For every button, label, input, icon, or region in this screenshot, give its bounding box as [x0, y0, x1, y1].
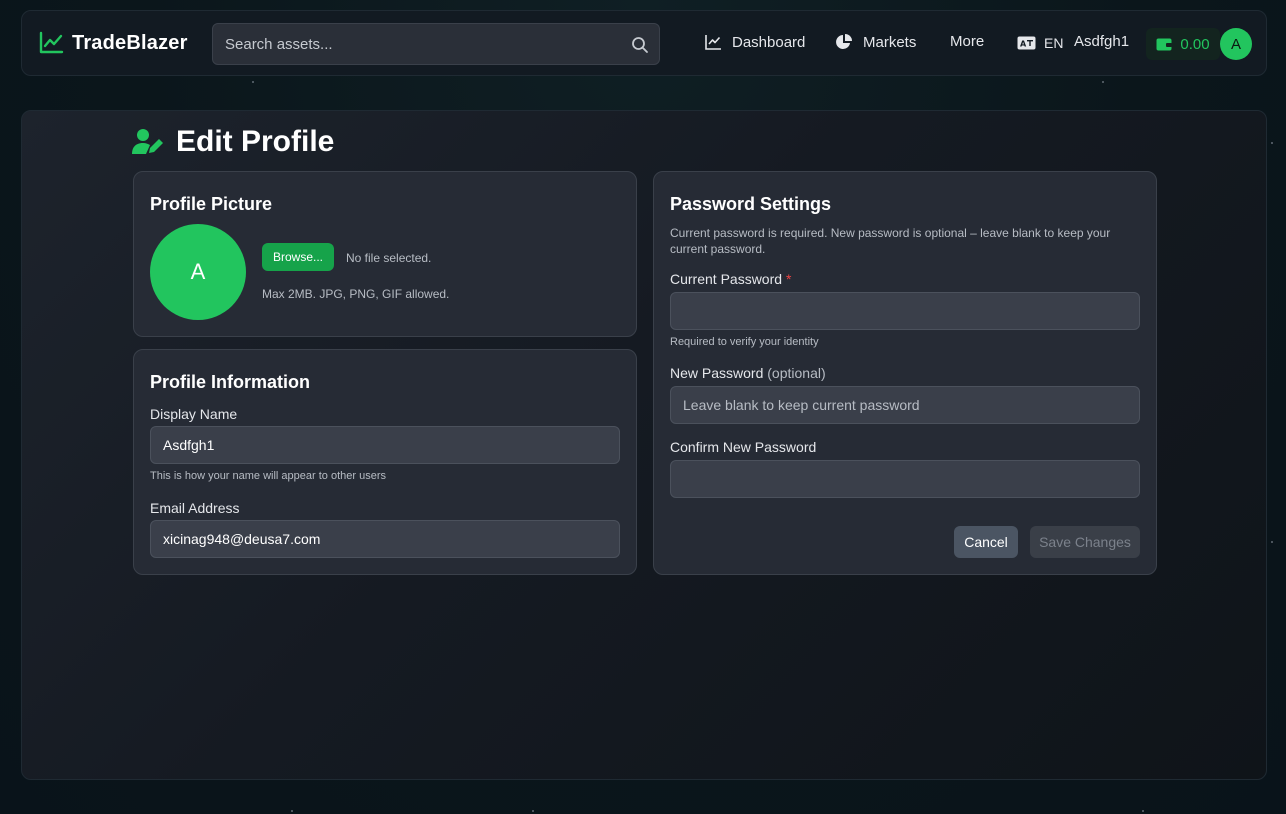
language-label: EN	[1044, 35, 1064, 51]
background-dot	[532, 810, 534, 812]
profile-avatar: A	[150, 224, 246, 320]
search-input[interactable]	[213, 24, 659, 64]
display-name-help: This is how your name will appear to oth…	[150, 470, 386, 482]
background-dot	[252, 81, 254, 83]
page-title-text: Edit Profile	[176, 125, 335, 158]
required-marker: *	[785, 271, 792, 287]
brand-logo[interactable]: TradeBlazer	[38, 31, 188, 55]
user-avatar[interactable]: A	[1220, 28, 1252, 60]
chart-line-icon	[39, 31, 64, 54]
save-changes-button[interactable]: Save Changes	[1030, 526, 1140, 558]
chart-line-icon	[705, 35, 721, 50]
search-icon[interactable]	[631, 36, 649, 54]
password-settings-card: Password Settings Current password is re…	[653, 171, 1157, 575]
current-password-label: Current Password *	[670, 271, 791, 287]
background-dot	[291, 810, 293, 812]
wallet-icon	[1156, 38, 1173, 51]
nav-dashboard-label: Dashboard	[732, 33, 806, 51]
language-selector[interactable]: A EN	[1017, 35, 1063, 51]
new-password-label-text: New Password	[670, 365, 764, 381]
new-password-label: New Password (optional)	[670, 365, 826, 381]
current-password-label-text: Current Password	[670, 271, 783, 287]
background-dot	[1142, 810, 1144, 812]
profile-picture-heading: Profile Picture	[150, 194, 273, 214]
display-name-field[interactable]	[150, 426, 620, 464]
nav-more[interactable]: More	[950, 33, 984, 50]
nav-markets-label: Markets	[863, 33, 917, 51]
wallet-balance: 0.00	[1180, 35, 1210, 53]
email-field[interactable]	[150, 520, 620, 558]
pie-chart-icon	[836, 34, 852, 49]
background-dot	[1102, 81, 1104, 83]
search-box	[212, 23, 660, 65]
svg-text:A: A	[1020, 40, 1027, 49]
display-name-label: Display Name	[150, 406, 238, 422]
confirm-password-label: Confirm New Password	[670, 439, 817, 455]
main-panel: Edit Profile Profile Picture A Browse...…	[21, 110, 1267, 780]
cancel-button[interactable]: Cancel	[954, 526, 1018, 558]
profile-information-heading: Profile Information	[150, 372, 311, 392]
top-navigation-bar: TradeBlazer Dashboard Markets More A	[21, 10, 1267, 76]
email-label: Email Address	[150, 500, 240, 516]
current-password-help: Required to verify your identity	[670, 336, 819, 348]
user-edit-icon	[132, 129, 163, 154]
new-password-field[interactable]	[670, 386, 1140, 424]
confirm-password-field[interactable]	[670, 460, 1140, 498]
page-title: Edit Profile	[132, 125, 334, 159]
nav-markets[interactable]: Markets	[835, 33, 916, 51]
nav-dashboard[interactable]: Dashboard	[704, 33, 805, 51]
nav-more-label: More	[950, 33, 985, 50]
username[interactable]: Asdfgh1	[1074, 33, 1129, 50]
browse-button[interactable]: Browse...	[262, 243, 334, 271]
password-description: Current password is required. New passwo…	[670, 226, 1111, 256]
password-settings-heading: Password Settings	[670, 194, 832, 214]
current-password-field[interactable]	[670, 292, 1140, 330]
language-icon: A	[1017, 36, 1036, 50]
file-hint: Max 2MB. JPG, PNG, GIF allowed.	[262, 287, 450, 301]
file-status: No file selected.	[346, 251, 432, 265]
optional-marker: (optional)	[767, 365, 826, 381]
brand-name: TradeBlazer	[72, 31, 188, 54]
wallet-balance-button[interactable]: 0.00	[1146, 28, 1220, 60]
profile-information-card: Profile Information Display Name This is…	[133, 349, 637, 575]
background-dot	[1271, 142, 1273, 144]
background-dot	[1271, 541, 1273, 543]
profile-picture-card: Profile Picture A Browse... No file sele…	[133, 171, 637, 337]
